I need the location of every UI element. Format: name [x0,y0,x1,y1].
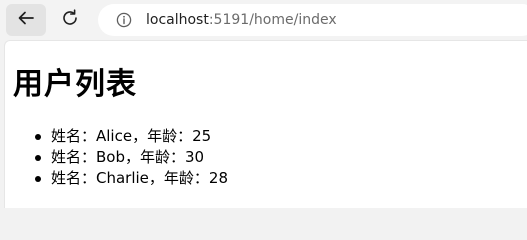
list-item: 姓名：Bob，年龄：30 [35,147,228,168]
reload-button[interactable] [50,4,90,36]
arrow-left-icon [17,9,35,31]
url-text: localhost:5191/home/index [146,12,337,28]
user-entry-text: 姓名：Alice，年龄：25 [51,127,212,145]
back-button[interactable] [6,4,46,36]
user-entry-text: 姓名：Charlie，年龄：28 [51,169,228,187]
list-item: 姓名：Charlie，年龄：28 [35,168,228,189]
bullet-icon [35,155,41,161]
address-bar[interactable]: localhost:5191/home/index [98,4,527,36]
page-viewport: 用户列表 姓名：Alice，年龄：25 姓名：Bob，年龄：30 姓名：Char… [4,40,527,208]
info-icon[interactable] [116,12,132,28]
bullet-icon [35,134,41,140]
user-list: 姓名：Alice，年龄：25 姓名：Bob，年龄：30 姓名：Charlie，年… [35,126,228,189]
user-entry-text: 姓名：Bob，年龄：30 [51,148,205,166]
browser-toolbar: localhost:5191/home/index [0,0,527,40]
page-title: 用户列表 [13,67,137,102]
url-path: :5191/home/index [208,12,337,28]
bullet-icon [35,176,41,182]
url-host: localhost [146,12,209,28]
reload-icon [61,9,79,31]
list-item: 姓名：Alice，年龄：25 [35,126,228,147]
